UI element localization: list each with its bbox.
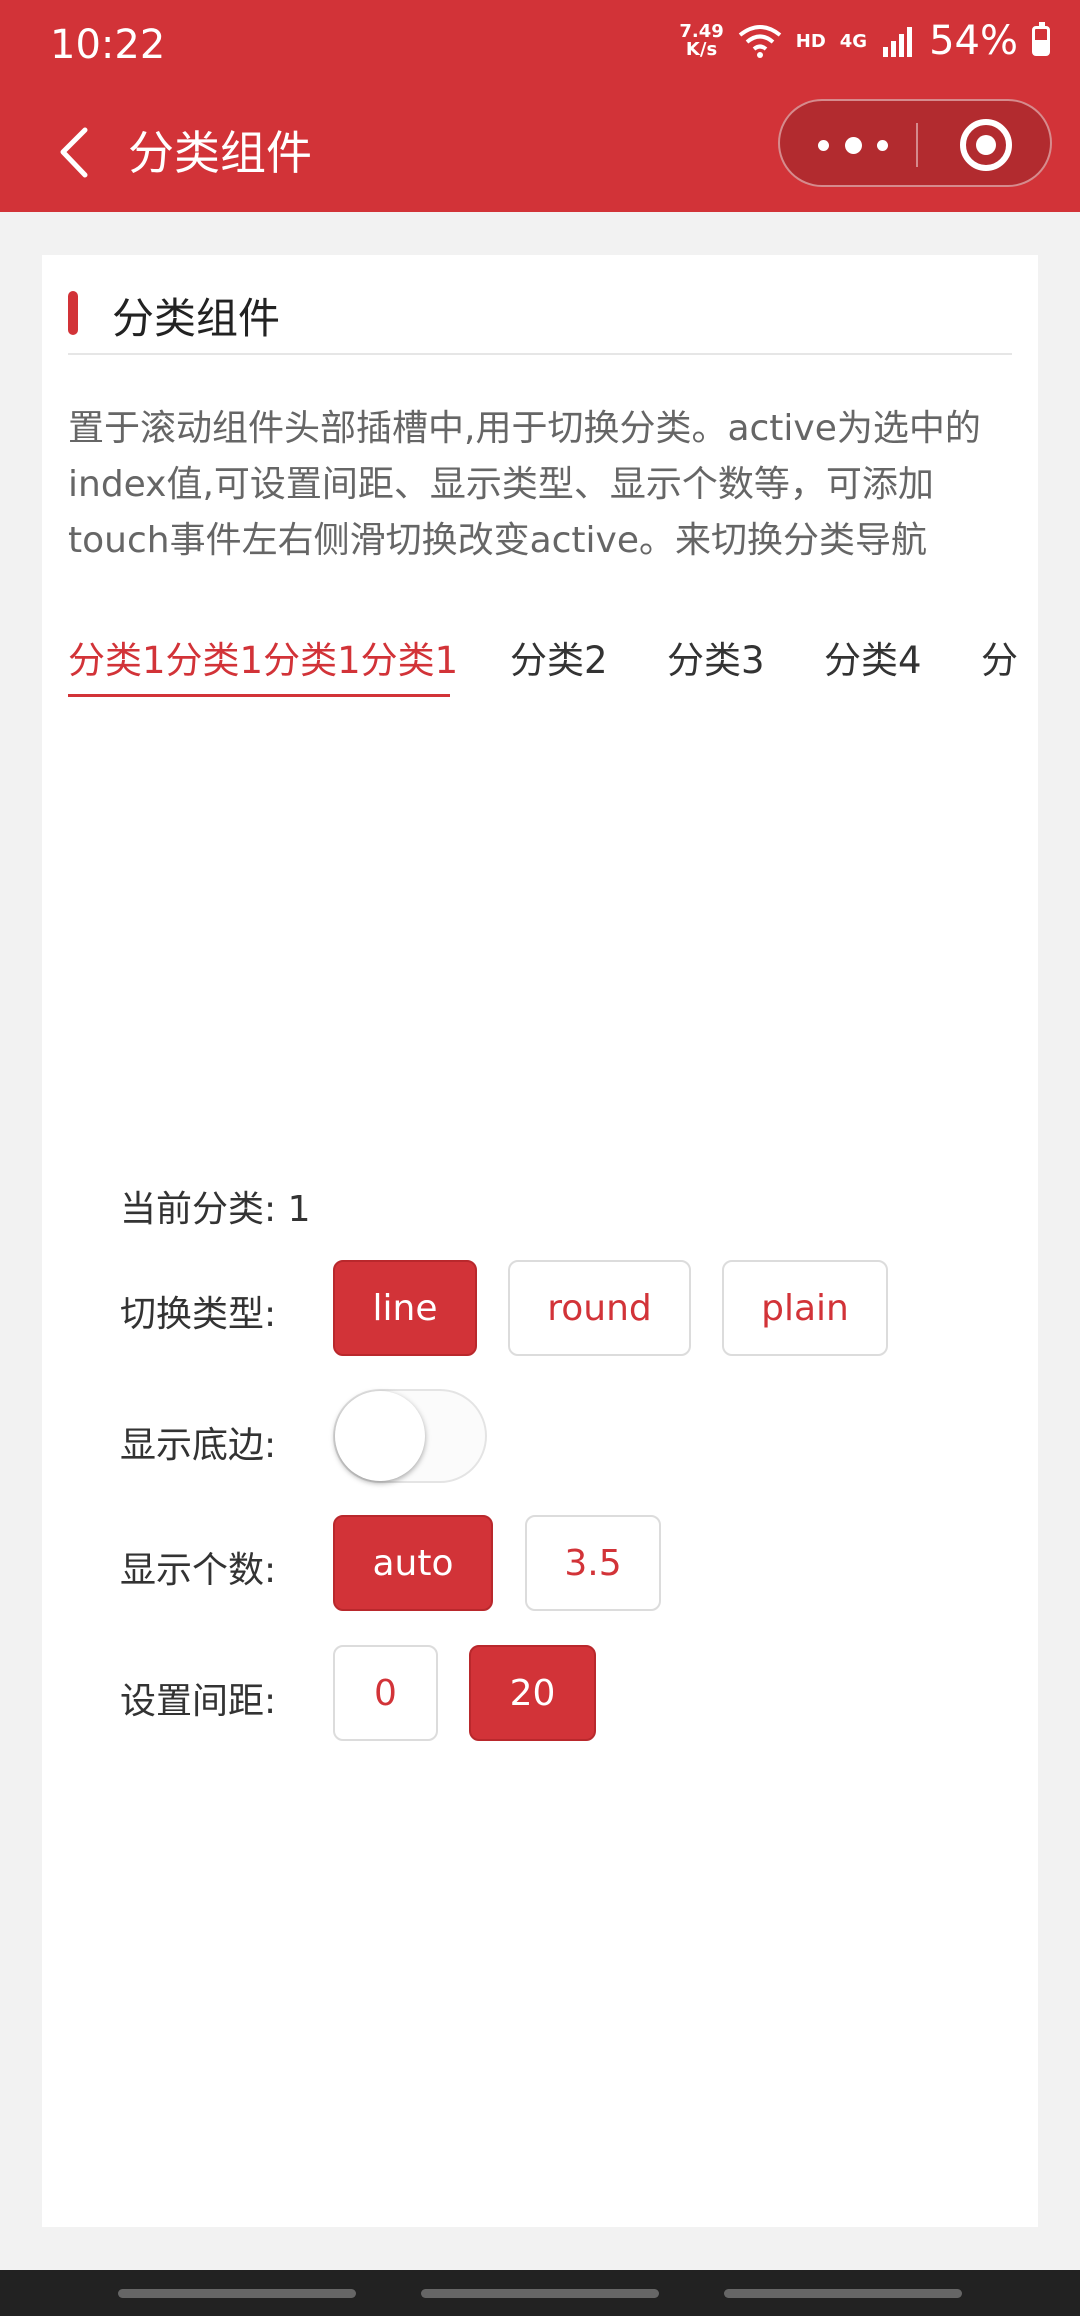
count-auto-button[interactable]: auto <box>333 1515 493 1611</box>
back-button[interactable] <box>40 117 110 187</box>
gap-0-button[interactable]: 0 <box>333 1645 438 1741</box>
nav-pill-center[interactable] <box>421 2289 659 2298</box>
hd-indicator: HD <box>795 30 826 52</box>
mini-program-capsule <box>778 99 1052 187</box>
header-accent-bar <box>68 291 78 335</box>
system-navigation-bar <box>0 2270 1080 2316</box>
content-card: 分类组件 置于滚动组件头部插槽中,用于切换分类。active为选中的index值… <box>42 255 1038 2227</box>
network-type: 4G <box>839 30 868 52</box>
tab-category-5[interactable]: 分 <box>981 630 1018 684</box>
category-tabs: 分类1分类1分类1分类1 分类2 分类3 分类4 分 <box>68 610 1038 700</box>
show-border-label: 显示底边: <box>120 1425 277 1466</box>
type-round-button[interactable]: round <box>508 1260 691 1356</box>
more-icon[interactable] <box>818 133 888 157</box>
type-line-button[interactable]: line <box>333 1260 477 1356</box>
show-border-toggle[interactable] <box>333 1389 487 1483</box>
set-gap-label: 设置间距: <box>120 1681 277 1722</box>
tab-category-1[interactable]: 分类1分类1分类1分类1 <box>68 630 458 684</box>
card-title: 分类组件 <box>112 294 281 343</box>
close-target-icon[interactable] <box>960 119 1012 171</box>
navigation-bar: 分类组件 <box>0 95 1080 212</box>
tab-category-4[interactable]: 分类4 <box>824 630 922 684</box>
switch-type-label: 切换类型: <box>120 1294 277 1335</box>
battery-icon <box>1032 22 1050 56</box>
page-title: 分类组件 <box>128 126 312 180</box>
cell-signal-icon <box>883 27 913 57</box>
top-bar: 10:22 7.49 K/s HD 4G 54% 分类组件 <box>0 0 1080 212</box>
current-category-text: 当前分类: 1 <box>120 1189 311 1230</box>
status-icons: 7.49 K/s HD 4G 54% <box>679 18 1050 64</box>
nav-pill-left[interactable] <box>118 2289 356 2298</box>
card-header: 分类组件 <box>68 281 1012 355</box>
active-tab-underline <box>68 694 450 697</box>
gap-20-button[interactable]: 20 <box>469 1645 596 1741</box>
chevron-left-icon <box>60 127 88 177</box>
toggle-knob <box>335 1391 425 1481</box>
capsule-divider <box>916 123 918 167</box>
status-bar: 10:22 7.49 K/s HD 4G 54% <box>0 0 1080 95</box>
card-description: 置于滚动组件头部插槽中,用于切换分类。active为选中的index值,可设置间… <box>68 408 981 561</box>
count-3-5-button[interactable]: 3.5 <box>525 1515 661 1611</box>
status-time: 10:22 <box>50 22 166 68</box>
battery-percent: 54% <box>929 18 1018 64</box>
nav-pill-right[interactable] <box>724 2289 962 2298</box>
show-count-label: 显示个数: <box>120 1550 277 1591</box>
wifi-icon <box>738 25 782 58</box>
network-speed-unit: K/s <box>685 39 718 60</box>
tab-category-3[interactable]: 分类3 <box>667 630 765 684</box>
tab-category-2[interactable]: 分类2 <box>510 630 608 684</box>
network-speed: 7.49 K/s <box>679 23 723 59</box>
type-plain-button[interactable]: plain <box>722 1260 888 1356</box>
